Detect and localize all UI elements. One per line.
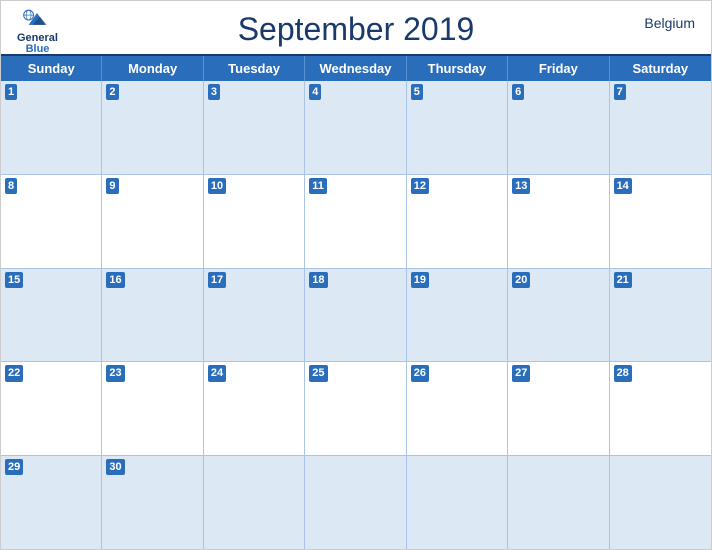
day-2: 2 (102, 81, 203, 174)
header-wednesday: Wednesday (305, 56, 406, 81)
day-15: 15 (1, 269, 102, 362)
day-11: 11 (305, 175, 406, 268)
day-14: 14 (610, 175, 711, 268)
day-12: 12 (407, 175, 508, 268)
calendar-grid: Sunday Monday Tuesday Wednesday Thursday… (1, 54, 711, 549)
day-22: 22 (1, 362, 102, 455)
day-23: 23 (102, 362, 203, 455)
day-17: 17 (204, 269, 305, 362)
day-empty-5 (610, 456, 711, 549)
calendar-header: General Blue September 2019 Belgium (1, 1, 711, 54)
calendar: General Blue September 2019 Belgium Sund… (0, 0, 712, 550)
day-9: 9 (102, 175, 203, 268)
day-28: 28 (610, 362, 711, 455)
day-8: 8 (1, 175, 102, 268)
header-monday: Monday (102, 56, 203, 81)
country-label: Belgium (644, 15, 695, 31)
day-4: 4 (305, 81, 406, 174)
day-empty-4 (508, 456, 609, 549)
day-27: 27 (508, 362, 609, 455)
day-7: 7 (610, 81, 711, 174)
day-10: 10 (204, 175, 305, 268)
logo: General Blue (17, 9, 58, 55)
day-3: 3 (204, 81, 305, 174)
day-29: 29 (1, 456, 102, 549)
week-row-1: 1 2 3 4 5 6 7 (1, 81, 711, 175)
header-saturday: Saturday (610, 56, 711, 81)
week-row-4: 22 23 24 25 26 27 28 (1, 362, 711, 456)
day-headers-row: Sunday Monday Tuesday Wednesday Thursday… (1, 56, 711, 81)
header-thursday: Thursday (407, 56, 508, 81)
day-6: 6 (508, 81, 609, 174)
header-sunday: Sunday (1, 56, 102, 81)
day-16: 16 (102, 269, 203, 362)
calendar-title: September 2019 (238, 11, 475, 48)
day-empty-2 (305, 456, 406, 549)
day-24: 24 (204, 362, 305, 455)
weeks-container: 1 2 3 4 5 6 7 8 9 10 11 12 13 14 15 16 (1, 81, 711, 549)
header-friday: Friday (508, 56, 609, 81)
day-19: 19 (407, 269, 508, 362)
day-21: 21 (610, 269, 711, 362)
week-row-3: 15 16 17 18 19 20 21 (1, 269, 711, 363)
header-tuesday: Tuesday (204, 56, 305, 81)
day-13: 13 (508, 175, 609, 268)
logo-blue-text: Blue (26, 44, 50, 55)
day-18: 18 (305, 269, 406, 362)
logo-icon (23, 9, 51, 31)
day-20: 20 (508, 269, 609, 362)
day-empty-3 (407, 456, 508, 549)
week-row-2: 8 9 10 11 12 13 14 (1, 175, 711, 269)
day-25: 25 (305, 362, 406, 455)
day-5: 5 (407, 81, 508, 174)
day-30: 30 (102, 456, 203, 549)
week-row-5: 29 30 (1, 456, 711, 549)
day-26: 26 (407, 362, 508, 455)
day-empty-1 (204, 456, 305, 549)
day-1: 1 (1, 81, 102, 174)
